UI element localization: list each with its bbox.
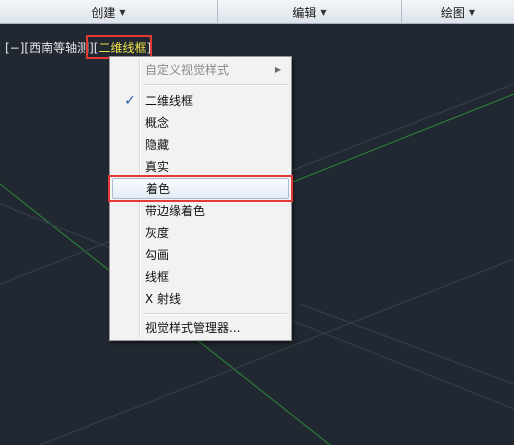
menu-separator — [143, 84, 287, 86]
menu-item-label: 二维线框 — [145, 94, 194, 108]
menu-item-label: 勾画 — [145, 248, 170, 262]
submenu-arrow-icon: ▶ — [274, 65, 281, 74]
menu-item-label: 隐藏 — [145, 138, 170, 152]
chevron-down-icon: ▼ — [320, 7, 327, 17]
menu-item-label: 自定义视觉样式 — [145, 63, 230, 77]
menu-item-label: 视觉样式管理器... — [145, 321, 241, 335]
menu-item-shades-of-gray[interactable]: 灰度 — [112, 222, 289, 243]
menu-item-label: 线框 — [145, 270, 170, 284]
menu-item-2d-wireframe[interactable]: ✓ 二维线框 — [112, 90, 289, 111]
create-panel-label: 创建 — [91, 5, 116, 20]
draw-panel-button[interactable]: 绘图 ▼ — [402, 0, 514, 24]
menu-item-label: 灰度 — [145, 226, 170, 240]
view-controls-close: ] — [146, 41, 152, 55]
menu-item-label: 概念 — [145, 116, 170, 130]
menu-item-label: 着色 — [146, 182, 171, 196]
visual-style-menu: 自定义视觉样式 ▶ ✓ 二维线框 概念 隐藏 真实 着色 带边缘着色 灰度 勾画… — [109, 56, 292, 341]
menu-item-x-ray[interactable]: X 射线 — [112, 288, 289, 309]
edit-panel-button[interactable]: 编辑 ▼ — [218, 0, 402, 24]
menu-item-visual-styles-manager[interactable]: 视觉样式管理器... — [112, 317, 289, 338]
checkmark-icon: ✓ — [124, 92, 136, 109]
edit-panel-label: 编辑 — [292, 5, 317, 20]
chevron-down-icon: ▼ — [119, 7, 126, 17]
menu-item-realistic[interactable]: 真实 — [112, 156, 289, 177]
menu-item-shaded-with-edges[interactable]: 带边缘着色 — [112, 200, 289, 221]
ribbon-panel-bar: 创建 ▼ 编辑 ▼ 绘图 ▼ — [0, 0, 514, 24]
menu-item-sketchy[interactable]: 勾画 — [112, 244, 289, 265]
menu-item-conceptual[interactable]: 概念 — [112, 112, 289, 133]
menu-item-label: 真实 — [145, 160, 170, 174]
menu-separator — [143, 313, 287, 315]
visual-style-control[interactable]: 二维线框 — [98, 41, 146, 55]
menu-item-custom-visual-style[interactable]: 自定义视觉样式 ▶ — [112, 59, 289, 80]
viewport-control-label[interactable]: [−][西南等轴测][二维线框] — [5, 39, 151, 56]
grid-line — [299, 303, 514, 385]
menu-item-shaded[interactable]: 着色 — [112, 178, 289, 199]
menu-item-label: X 射线 — [145, 292, 182, 306]
view-controls-text[interactable]: [−][西南等轴测][ — [5, 41, 98, 55]
create-panel-button[interactable]: 创建 ▼ — [0, 0, 218, 24]
chevron-down-icon: ▼ — [468, 7, 476, 17]
draw-panel-label: 绘图 — [440, 5, 465, 20]
menu-item-label: 带边缘着色 — [145, 204, 206, 218]
menu-item-hidden[interactable]: 隐藏 — [112, 134, 289, 155]
menu-item-wireframe[interactable]: 线框 — [112, 266, 289, 287]
